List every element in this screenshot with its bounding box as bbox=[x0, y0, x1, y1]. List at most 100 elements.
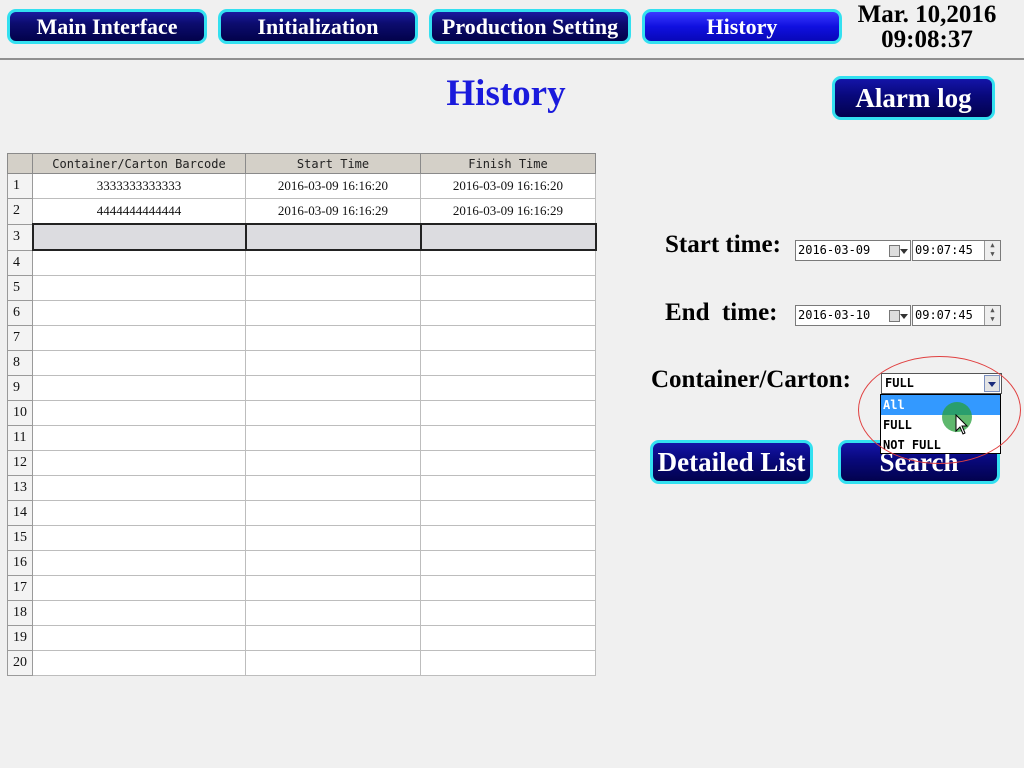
cell-start-time[interactable] bbox=[245, 425, 421, 451]
spin-up-icon[interactable]: ▲ bbox=[985, 241, 1000, 250]
table-row[interactable]: 7 bbox=[7, 325, 596, 351]
row-number[interactable]: 2 bbox=[7, 198, 33, 225]
row-number[interactable]: 12 bbox=[7, 450, 33, 476]
row-number[interactable]: 10 bbox=[7, 400, 33, 426]
cell-finish-time[interactable] bbox=[420, 300, 596, 326]
cell-barcode[interactable] bbox=[32, 425, 246, 451]
row-number[interactable]: 5 bbox=[7, 275, 33, 301]
cell-start-time[interactable] bbox=[245, 525, 421, 551]
end-time-spinner[interactable]: 09:07:45 ▲ ▼ bbox=[912, 305, 1001, 326]
column-header-start-time[interactable]: Start Time bbox=[245, 153, 421, 174]
cell-start-time[interactable] bbox=[245, 625, 421, 651]
cell-barcode[interactable] bbox=[32, 325, 246, 351]
table-row[interactable]: 16 bbox=[7, 550, 596, 576]
cell-finish-time[interactable] bbox=[420, 575, 596, 601]
cell-start-time[interactable] bbox=[245, 400, 421, 426]
start-time-spinner[interactable]: 09:07:45 ▲ ▼ bbox=[912, 240, 1001, 261]
row-number[interactable]: 4 bbox=[7, 249, 33, 276]
table-row[interactable]: 18 bbox=[7, 600, 596, 626]
cell-finish-time[interactable] bbox=[420, 450, 596, 476]
nav-initialization-button[interactable]: Initialization bbox=[218, 9, 418, 44]
cell-finish-time[interactable] bbox=[420, 550, 596, 576]
table-row[interactable]: 17 bbox=[7, 575, 596, 601]
cell-finish-time[interactable] bbox=[420, 500, 596, 526]
cell-start-time[interactable] bbox=[245, 249, 421, 276]
cell-finish-time[interactable] bbox=[420, 275, 596, 301]
chevron-down-icon[interactable] bbox=[984, 375, 1000, 392]
table-row[interactable]: 20 bbox=[7, 650, 596, 676]
table-row[interactable]: 6 bbox=[7, 300, 596, 326]
table-row[interactable]: 1 3333333333333 2016-03-09 16:16:20 2016-03… bbox=[7, 173, 596, 199]
table-row[interactable]: 8 bbox=[7, 350, 596, 376]
cell-barcode[interactable] bbox=[32, 300, 246, 326]
cell-barcode[interactable] bbox=[31, 223, 247, 251]
nav-production-setting-button[interactable]: Production Setting bbox=[429, 9, 631, 44]
table-row[interactable]: 2 4444444444444 2016-03-09 16:16:29 2016-03… bbox=[7, 198, 596, 225]
cell-finish-time[interactable] bbox=[420, 425, 596, 451]
cell-finish-time[interactable] bbox=[420, 249, 596, 276]
cell-start-time[interactable] bbox=[245, 500, 421, 526]
row-number[interactable]: 6 bbox=[7, 300, 33, 326]
cell-finish-time[interactable] bbox=[420, 375, 596, 401]
cell-finish-time[interactable] bbox=[420, 600, 596, 626]
spin-buttons[interactable]: ▲ ▼ bbox=[984, 306, 1000, 325]
cell-barcode[interactable]: 3333333333333 bbox=[32, 173, 246, 199]
cell-start-time[interactable] bbox=[244, 223, 422, 251]
end-date-picker[interactable]: 2016-03-10 bbox=[795, 305, 911, 326]
cell-finish-time[interactable] bbox=[420, 400, 596, 426]
row-number[interactable]: 14 bbox=[7, 500, 33, 526]
cell-barcode[interactable] bbox=[32, 650, 246, 676]
row-number[interactable]: 3 bbox=[7, 223, 33, 251]
cell-barcode[interactable] bbox=[32, 249, 246, 276]
spin-up-icon[interactable]: ▲ bbox=[985, 306, 1000, 315]
dropdown-option-not-full[interactable]: NOT FULL bbox=[881, 435, 1000, 455]
cell-finish-time[interactable] bbox=[420, 650, 596, 676]
row-number[interactable]: 13 bbox=[7, 475, 33, 501]
cell-barcode[interactable] bbox=[32, 500, 246, 526]
nav-history-button[interactable]: History bbox=[642, 9, 842, 44]
row-number[interactable]: 17 bbox=[7, 575, 33, 601]
alarm-log-button[interactable]: Alarm log bbox=[832, 76, 995, 120]
cell-finish-time[interactable] bbox=[419, 223, 597, 251]
column-header-finish-time[interactable]: Finish Time bbox=[420, 153, 596, 174]
cell-barcode[interactable] bbox=[32, 600, 246, 626]
cell-barcode[interactable] bbox=[32, 575, 246, 601]
cell-start-time[interactable]: 2016-03-09 16:16:20 bbox=[245, 173, 421, 199]
cell-start-time[interactable] bbox=[245, 450, 421, 476]
dropdown-option-full[interactable]: FULL bbox=[881, 415, 1000, 435]
table-row[interactable]: 13 bbox=[7, 475, 596, 501]
cell-start-time[interactable]: 2016-03-09 16:16:29 bbox=[245, 198, 421, 225]
table-row[interactable]: 11 bbox=[7, 425, 596, 451]
cell-start-time[interactable] bbox=[245, 300, 421, 326]
cell-finish-time[interactable]: 2016-03-09 16:16:29 bbox=[420, 198, 596, 225]
table-row[interactable]: 15 bbox=[7, 525, 596, 551]
row-number[interactable]: 8 bbox=[7, 350, 33, 376]
cell-start-time[interactable] bbox=[245, 550, 421, 576]
spin-buttons[interactable]: ▲ ▼ bbox=[984, 241, 1000, 260]
table-row[interactable]: 10 bbox=[7, 400, 596, 426]
table-row[interactable]: 19 bbox=[7, 625, 596, 651]
cell-barcode[interactable] bbox=[32, 375, 246, 401]
row-number[interactable]: 1 bbox=[7, 173, 33, 199]
cell-barcode[interactable] bbox=[32, 625, 246, 651]
table-row[interactable]: 3 bbox=[7, 223, 597, 251]
row-number[interactable]: 11 bbox=[7, 425, 33, 451]
cell-finish-time[interactable] bbox=[420, 525, 596, 551]
container-carton-select[interactable]: FULL bbox=[881, 373, 1002, 394]
cell-start-time[interactable] bbox=[245, 600, 421, 626]
cell-start-time[interactable] bbox=[245, 350, 421, 376]
cell-finish-time[interactable] bbox=[420, 350, 596, 376]
cell-barcode[interactable]: 4444444444444 bbox=[32, 198, 246, 225]
table-row[interactable]: 9 bbox=[7, 375, 596, 401]
column-header-barcode[interactable]: Container/Carton Barcode bbox=[32, 153, 246, 174]
spin-down-icon[interactable]: ▼ bbox=[985, 315, 1000, 324]
table-row[interactable]: 5 bbox=[7, 275, 596, 301]
dropdown-option-all[interactable]: All bbox=[881, 395, 1000, 415]
cell-start-time[interactable] bbox=[245, 325, 421, 351]
cell-finish-time[interactable] bbox=[420, 475, 596, 501]
cell-start-time[interactable] bbox=[245, 650, 421, 676]
cell-barcode[interactable] bbox=[32, 400, 246, 426]
row-number[interactable]: 9 bbox=[7, 375, 33, 401]
row-number[interactable]: 7 bbox=[7, 325, 33, 351]
cell-start-time[interactable] bbox=[245, 575, 421, 601]
